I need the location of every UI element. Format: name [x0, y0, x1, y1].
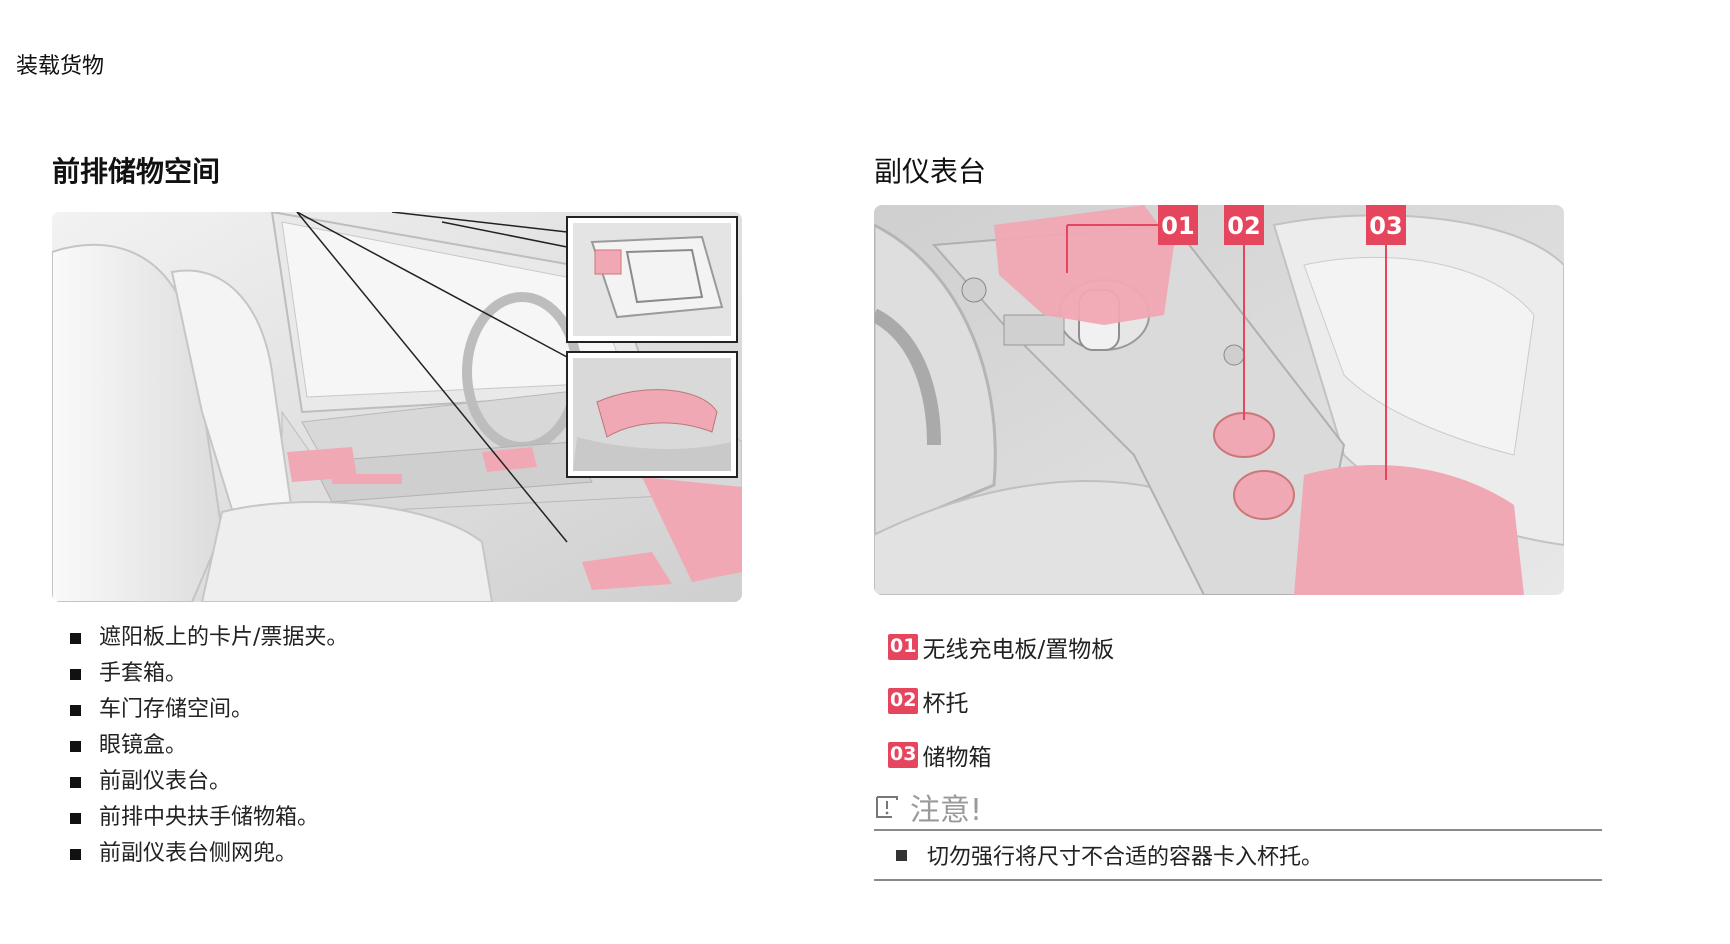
section-title-center-console: 副仪表台 — [874, 155, 987, 188]
bullet-square-icon — [70, 632, 81, 644]
list-item: 前副仪表台侧网兜。 — [70, 836, 348, 872]
page-header: 装载货物 — [16, 54, 105, 79]
callout-legend: 01 无线充电板/置物板 02 杯托 03 储物箱 — [888, 620, 1114, 782]
list-item: 前副仪表台。 — [70, 764, 348, 800]
list-item: 遮阳板上的卡片/票据夹。 — [70, 620, 348, 656]
list-item: 眼镜盒。 — [70, 728, 348, 764]
bullet-square-icon — [70, 740, 81, 752]
legend-badge: 03 — [888, 742, 919, 768]
svg-text:03: 03 — [1369, 212, 1402, 240]
notice-header: 注意! — [874, 785, 1602, 831]
notice-text: 切勿强行将尺寸不合适的容器卡入杯托。 — [927, 845, 1324, 870]
callout-badge-03: 03 — [1366, 205, 1406, 245]
legend-badge: 02 — [888, 688, 919, 714]
list-item: 车门存储空间。 — [70, 692, 348, 728]
callout-badge-01: 01 — [1158, 205, 1198, 245]
callout-badge-02: 02 — [1224, 205, 1264, 245]
svg-text:02: 02 — [1227, 212, 1260, 240]
bullet-square-icon — [70, 704, 81, 716]
bullet-square-icon — [70, 776, 81, 788]
list-item: 手套箱。 — [70, 656, 348, 692]
legend-item: 02 杯托 — [888, 674, 1114, 728]
front-cabin-illustration — [52, 212, 742, 602]
bullet-square-icon — [70, 848, 81, 860]
caution-notice: 注意! 切勿强行将尺寸不合适的容器卡入杯托。 — [874, 785, 1602, 881]
legend-item: 03 储物箱 — [888, 728, 1114, 782]
bullet-square-icon — [896, 849, 907, 861]
legend-label: 储物箱 — [922, 745, 992, 771]
notice-title: 注意! — [910, 793, 983, 828]
svg-text:01: 01 — [1161, 212, 1194, 240]
legend-item: 01 无线充电板/置物板 — [888, 620, 1114, 674]
notice-body: 切勿强行将尺寸不合适的容器卡入杯托。 — [874, 831, 1602, 881]
list-item: 前排中央扶手储物箱。 — [70, 800, 348, 836]
legend-badge: 01 — [888, 634, 919, 660]
center-console-illustration: 01 02 03 — [874, 205, 1564, 595]
caution-icon — [876, 796, 898, 818]
legend-label: 无线充电板/置物板 — [922, 637, 1115, 663]
legend-label: 杯托 — [922, 691, 969, 717]
front-storage-list: 遮阳板上的卡片/票据夹。 手套箱。 车门存储空间。 眼镜盒。 前副仪表台。 前排… — [70, 620, 348, 872]
bullet-square-icon — [70, 812, 81, 824]
section-title-front-storage: 前排储物空间 — [52, 155, 221, 188]
bullet-square-icon — [70, 668, 81, 680]
